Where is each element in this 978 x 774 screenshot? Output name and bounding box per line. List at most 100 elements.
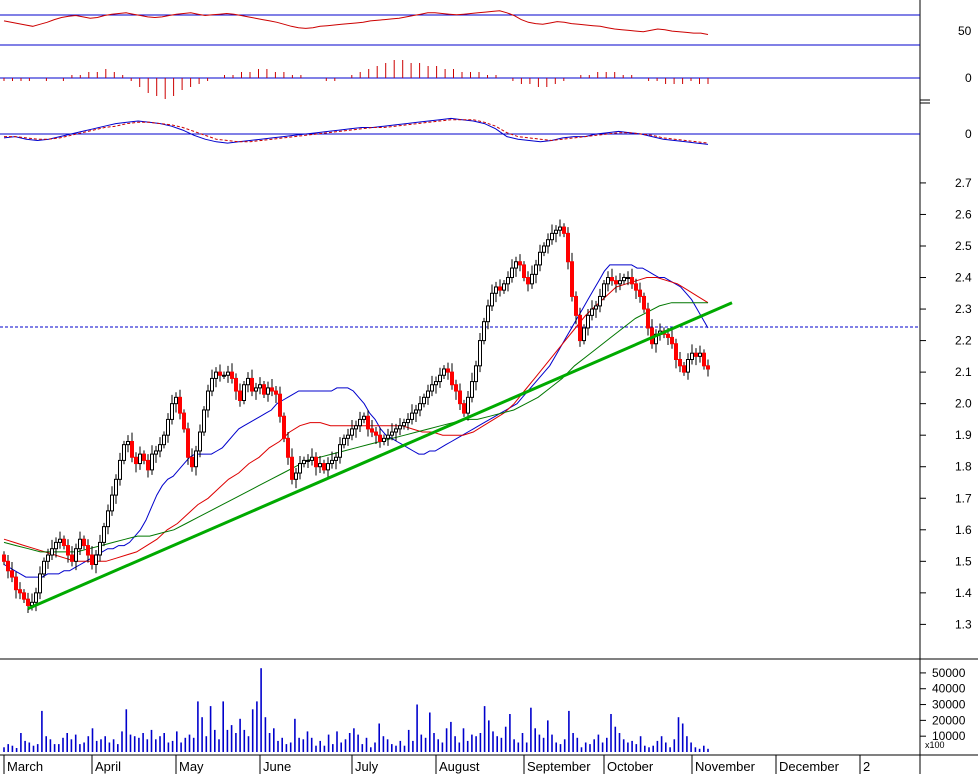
candle-body [610, 277, 614, 282]
candle-body [402, 422, 406, 427]
candle-body [226, 371, 230, 376]
month-label: June [263, 759, 291, 774]
stock-chart: 1.3 1.4 1.5 1.6 1.7 1.8 1.9 2.0 2.1 2.2 2.3 2.4 2.5 2… [0, 0, 978, 774]
candle-body [582, 327, 586, 342]
candle-body [270, 387, 274, 392]
candle-body [502, 283, 506, 291]
month-label: April [95, 759, 121, 774]
candle-body [638, 289, 642, 297]
price-tick-label: 2.5 [955, 239, 972, 253]
candle-body [394, 428, 398, 433]
candle-body [10, 570, 14, 578]
candle-body [554, 229, 558, 234]
candle-body [190, 456, 194, 468]
candle-body [326, 463, 330, 471]
candle-body [350, 428, 354, 436]
candle-body [334, 456, 338, 461]
candle-body [374, 431, 378, 436]
month-label: December [779, 759, 840, 774]
candle-body [550, 232, 554, 241]
candle-body [34, 592, 38, 603]
candle-body [122, 444, 126, 461]
rsi-panel [3, 10, 709, 35]
macd-line [3, 117, 709, 145]
candle-body [258, 384, 262, 389]
candle-body [538, 251, 542, 266]
candle-body [214, 371, 218, 379]
candle-body [126, 440, 130, 446]
candle-body [94, 554, 98, 565]
candle-body [298, 463, 302, 474]
candle-body [114, 478, 118, 496]
candle-body [594, 305, 598, 310]
candle-body [386, 434, 390, 439]
candle-body [398, 425, 402, 430]
candle-body [90, 554, 94, 565]
candle-body [238, 390, 242, 402]
candle-body [478, 340, 482, 367]
candle-body [666, 333, 670, 338]
rsi-tick-label: 50 [958, 24, 972, 38]
candle-body [630, 277, 634, 285]
candle-body [50, 548, 54, 556]
candle-body [98, 541, 102, 556]
price-tick-label: 1.7 [955, 491, 972, 505]
price-tick-label: 2.3 [955, 302, 972, 316]
volume-tick-label: 30000 [932, 698, 966, 712]
candle-body [362, 415, 366, 420]
macd-hist-tick-label: 0 [965, 71, 972, 85]
candle-body [194, 450, 198, 468]
candle-body [514, 261, 518, 269]
candle-body [358, 418, 362, 427]
candle-body [470, 381, 474, 398]
candle-body [110, 494, 114, 512]
candle-body [418, 403, 422, 411]
candle-body [378, 434, 382, 442]
candle-body [62, 538, 66, 547]
candle-body [6, 560, 10, 572]
candle-body [278, 393, 282, 417]
month-label: October [607, 759, 654, 774]
price-tick-label: 2.6 [955, 207, 972, 221]
candle-body [438, 374, 442, 383]
candlesticks [2, 219, 710, 614]
price-tick-label: 1.5 [955, 554, 972, 568]
candle-body [542, 245, 546, 253]
candle-body [522, 264, 526, 279]
candle-body [254, 387, 258, 392]
candle-body [426, 390, 430, 398]
candle-body [206, 390, 210, 411]
candle-body [310, 456, 314, 461]
candle-body [634, 283, 638, 291]
candle-body [142, 453, 146, 461]
volume-multiplier-label: x100 [925, 740, 945, 750]
candle-body [466, 396, 470, 414]
candle-body [422, 396, 426, 405]
candle-body [498, 286, 502, 291]
candle-body [390, 431, 394, 436]
candle-body [694, 352, 698, 357]
candle-body [590, 308, 594, 316]
rsi-line [3, 10, 709, 35]
candle-body [670, 336, 674, 345]
month-label: 2 [863, 759, 870, 774]
candle-body [306, 459, 310, 462]
candle-body [526, 277, 530, 285]
candle-body [446, 368, 450, 373]
month-label: September [527, 759, 591, 774]
candle-body [578, 314, 582, 342]
candle-body [602, 283, 606, 297]
candle-body [18, 589, 22, 594]
month-label: November [695, 759, 756, 774]
candle-body [26, 598, 30, 606]
macd-signal-line [4, 119, 709, 144]
candle-body [246, 377, 250, 386]
candle-body [166, 418, 170, 436]
candle-body [410, 412, 414, 420]
candle-body [174, 396, 178, 405]
candle-body [46, 554, 50, 562]
axes: 1.3 1.4 1.5 1.6 1.7 1.8 1.9 2.0 2.1 2.2 2.3 2.4 2.5 2… [3, 24, 972, 774]
price-tick-label: 2.7 [955, 176, 972, 190]
price-tick-label: 1.4 [955, 586, 972, 600]
candle-body [622, 277, 626, 282]
